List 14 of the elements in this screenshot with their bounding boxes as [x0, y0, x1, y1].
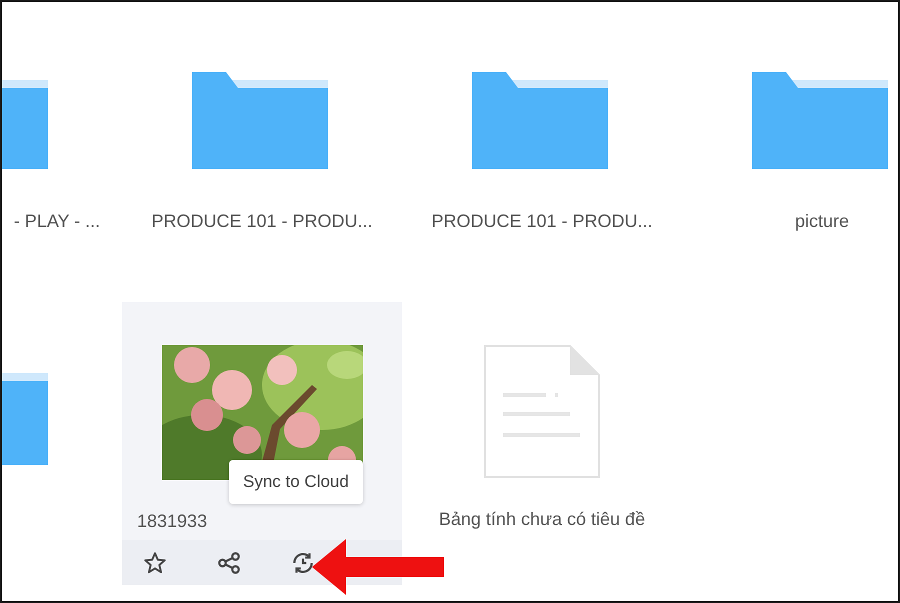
- file-name: PRODUCE 101 - PRODU...: [151, 211, 373, 232]
- share-icon[interactable]: [216, 550, 242, 576]
- file-name: PRODUCE 101 - PRODU...: [431, 211, 653, 232]
- folder-icon: [472, 72, 608, 169]
- folder-icon: [752, 72, 888, 169]
- file-name: 1831933: [137, 511, 208, 532]
- file-name: picture: [794, 211, 850, 232]
- tooltip: Sync to Cloud: [229, 460, 363, 504]
- star-icon[interactable]: [142, 550, 168, 576]
- document-icon: [484, 345, 600, 478]
- file-tile[interactable]: 1831933 Sync to Cloud: [122, 302, 402, 585]
- folder-icon: [192, 72, 328, 169]
- file-name: Bảng tính chưa có tiêu đề: [438, 509, 646, 530]
- file-name: - PLAY - ...: [14, 211, 100, 232]
